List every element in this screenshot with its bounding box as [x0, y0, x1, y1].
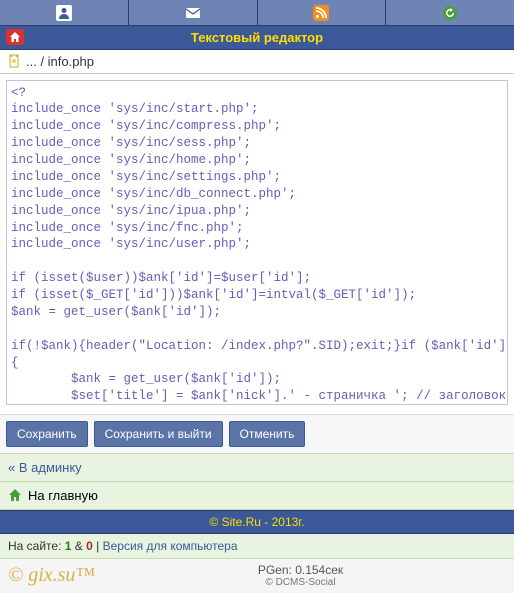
mail-icon — [185, 5, 201, 21]
back-admin-row: « В админку — [0, 453, 514, 482]
watermark: © gix.su™ — [8, 564, 95, 587]
code-editor[interactable] — [6, 80, 508, 405]
to-main-link[interactable]: На главную — [28, 488, 98, 503]
footer-bottom: © gix.su™ PGen: 0.154сек © DCMS-Social — [0, 559, 514, 593]
online-prefix: На сайте: — [8, 539, 65, 553]
top-nav — [0, 0, 514, 26]
pgen-text: PGen: 0.154сек — [95, 563, 506, 577]
breadcrumb: ... / info.php — [0, 50, 514, 74]
online-sep: & — [71, 539, 86, 553]
back-admin-link[interactable]: « В админку — [8, 460, 82, 475]
cancel-button[interactable]: Отменить — [229, 421, 306, 447]
desktop-version-link[interactable]: Версия для компьютера — [103, 539, 238, 553]
home-button[interactable] — [6, 29, 24, 45]
breadcrumb-path: ... / info.php — [26, 54, 94, 69]
version-sep: | — [93, 539, 103, 553]
pgen-block: PGen: 0.154сек © DCMS-Social — [95, 563, 506, 589]
footer-copyright: © Site.Ru - 2013г. — [0, 510, 514, 534]
user-icon — [56, 5, 72, 21]
editor-container — [0, 74, 514, 414]
nav-user[interactable] — [0, 0, 129, 25]
nav-mail[interactable] — [129, 0, 258, 25]
file-icon — [8, 54, 22, 68]
title-bar: Текстовый редактор — [0, 26, 514, 50]
nav-refresh[interactable] — [386, 0, 514, 25]
save-exit-button[interactable]: Сохранить и выйти — [94, 421, 223, 447]
button-row: Сохранить Сохранить и выйти Отменить — [0, 414, 514, 453]
refresh-icon — [442, 5, 458, 21]
dcms-text: © DCMS-Social — [95, 577, 506, 589]
page-title: Текстовый редактор — [191, 30, 323, 45]
footer-stats: На сайте: 1 & 0 | Версия для компьютера — [0, 534, 514, 559]
rss-icon — [313, 5, 329, 21]
nav-rss[interactable] — [258, 0, 387, 25]
online-guests: 0 — [86, 539, 93, 553]
home-green-icon — [8, 488, 22, 502]
to-main-row: На главную — [0, 482, 514, 510]
home-icon — [9, 31, 21, 43]
save-button[interactable]: Сохранить — [6, 421, 88, 447]
